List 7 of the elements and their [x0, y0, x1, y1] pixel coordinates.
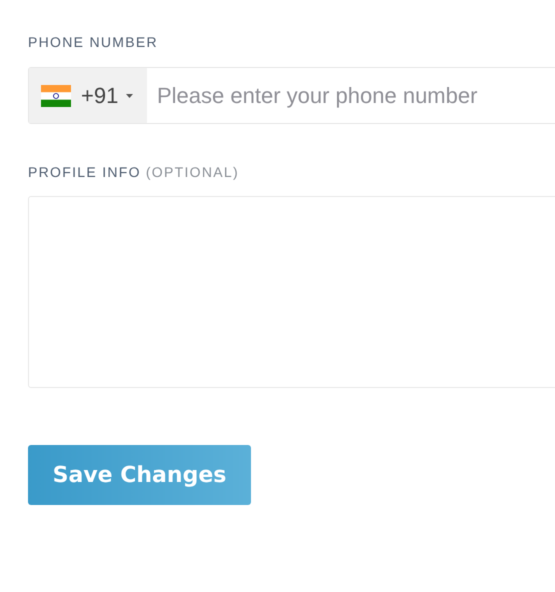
- field-label: PROFILE INFO: [28, 164, 141, 180]
- optional-note: (OPTIONAL): [146, 164, 239, 180]
- caret-icon: [126, 94, 134, 98]
- phone-input-field[interactable]: +91 Please enter your phone number: [28, 67, 555, 124]
- field-label: PHONE NUMBER: [28, 34, 159, 50]
- flag-icon: [41, 84, 71, 106]
- country-code-selector[interactable]: +91: [29, 68, 147, 123]
